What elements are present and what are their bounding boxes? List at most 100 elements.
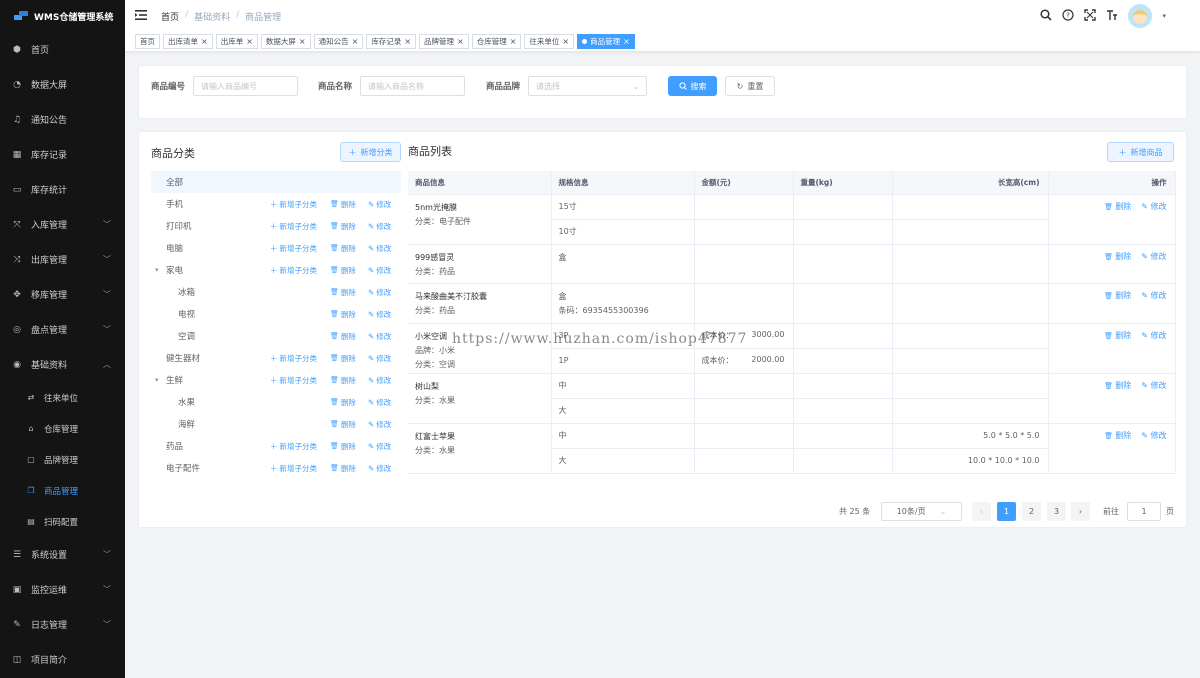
delete-goods-button[interactable]: 🗑 删除 — [1104, 430, 1131, 441]
edit-category-button[interactable]: ✎ 修改 — [368, 419, 391, 430]
caret-down-icon[interactable]: ▾ — [1162, 12, 1166, 20]
search-button[interactable]: 搜索 — [668, 76, 717, 96]
edit-category-button[interactable]: ✎ 修改 — [368, 375, 391, 386]
delete-goods-button[interactable]: 🗑 删除 — [1104, 201, 1131, 212]
goods-name-input[interactable]: 请输入商品名称 — [360, 76, 466, 96]
close-icon[interactable]: × — [404, 37, 411, 46]
tag-item[interactable]: 商品管理 × — [577, 34, 635, 49]
edit-category-button[interactable]: ✎ 修改 — [368, 397, 391, 408]
add-child-category-button[interactable]: ＋新增子分类 — [270, 221, 317, 232]
close-icon[interactable]: × — [246, 37, 253, 46]
close-icon[interactable]: × — [510, 37, 517, 46]
sidebar-item[interactable]: ▣ 监控运维 ﹀ — [0, 572, 125, 607]
delete-category-button[interactable]: 🗑 删除 — [330, 397, 356, 408]
close-icon[interactable]: × — [562, 37, 569, 46]
tag-item[interactable]: 通知公告 × — [313, 34, 364, 49]
tree-node[interactable]: 手机 ＋新增子分类 🗑 删除 ✎ 修改 — [151, 193, 401, 215]
edit-category-button[interactable]: ✎ 修改 — [368, 353, 391, 364]
tree-node[interactable]: 电脑 ＋新增子分类 🗑 删除 ✎ 修改 — [151, 237, 401, 259]
close-icon[interactable]: × — [623, 37, 630, 46]
edit-category-button[interactable]: ✎ 修改 — [368, 221, 391, 232]
edit-goods-button[interactable]: ✎ 修改 — [1141, 330, 1166, 341]
sidebar-subitem[interactable]: ⌂ 仓库管理 — [0, 413, 125, 444]
close-icon[interactable]: × — [299, 37, 306, 46]
edit-category-button[interactable]: ✎ 修改 — [368, 463, 391, 474]
edit-goods-button[interactable]: ✎ 修改 — [1141, 251, 1166, 262]
edit-category-button[interactable]: ✎ 修改 — [368, 287, 391, 298]
sidebar-item[interactable]: ▦ 库存记录 — [0, 137, 125, 172]
tree-node[interactable]: 冰箱 🗑 删除 ✎ 修改 — [151, 281, 401, 303]
tree-node[interactable]: 药品 ＋新增子分类 🗑 删除 ✎ 修改 — [151, 435, 401, 457]
sidebar-subitem[interactable]: ❒ 商品管理 — [0, 475, 125, 506]
edit-category-button[interactable]: ✎ 修改 — [368, 199, 391, 210]
delete-category-button[interactable]: 🗑 删除 — [330, 287, 356, 298]
sidebar-item[interactable]: ♫ 通知公告 — [0, 102, 125, 137]
tree-node[interactable]: 打印机 ＋新增子分类 🗑 删除 ✎ 修改 — [151, 215, 401, 237]
caret-down-icon[interactable]: ▾ — [155, 266, 159, 274]
close-icon[interactable]: × — [457, 37, 464, 46]
delete-category-button[interactable]: 🗑 删除 — [330, 243, 356, 254]
help-icon[interactable]: ? — [1062, 8, 1075, 24]
sidebar-subitem[interactable]: ▢ 品牌管理 — [0, 444, 125, 475]
breadcrumb-section[interactable]: 基础资料 — [194, 10, 230, 23]
edit-goods-button[interactable]: ✎ 修改 — [1141, 430, 1166, 441]
add-child-category-button[interactable]: ＋新增子分类 — [270, 375, 317, 386]
tree-node[interactable]: 电子配件 ＋新增子分类 🗑 删除 ✎ 修改 — [151, 457, 401, 479]
sidebar-subitem[interactable]: ▤ 扫码配置 — [0, 506, 125, 537]
tree-node[interactable]: 空调 🗑 删除 ✎ 修改 — [151, 325, 401, 347]
brand-select[interactable]: 请选择 ⌄ — [528, 76, 648, 96]
tag-item[interactable]: 仓库管理 × — [471, 34, 522, 49]
edit-category-button[interactable]: ✎ 修改 — [368, 331, 391, 342]
tree-node[interactable]: 健生器材 ＋新增子分类 🗑 删除 ✎ 修改 — [151, 347, 401, 369]
add-goods-button[interactable]: ＋新增商品 — [1107, 142, 1174, 162]
add-category-button[interactable]: ＋新增分类 — [340, 142, 401, 162]
tree-node[interactable]: 海鲜 🗑 删除 ✎ 修改 — [151, 413, 401, 435]
sidebar-item[interactable]: ◉ 基础资料 ︿ — [0, 347, 125, 382]
tag-item[interactable]: 品牌管理 × — [419, 34, 469, 49]
sidebar-item[interactable]: ✥ 移库管理 ﹀ — [0, 277, 125, 312]
sidebar-item[interactable]: ⬢ 首页 — [0, 32, 125, 67]
delete-category-button[interactable]: 🗑 删除 — [330, 265, 356, 276]
tag-item[interactable]: 首页 — [135, 34, 160, 49]
reset-button[interactable]: ↻ 重置 — [725, 76, 775, 96]
prev-page-button[interactable]: ‹ — [972, 502, 991, 521]
delete-category-button[interactable]: 🗑 删除 — [330, 221, 356, 232]
close-icon[interactable]: × — [352, 37, 359, 46]
menu-fold-icon[interactable] — [135, 9, 147, 23]
delete-goods-button[interactable]: 🗑 删除 — [1104, 330, 1131, 341]
add-child-category-button[interactable]: ＋新增子分类 — [270, 463, 317, 474]
fullscreen-icon[interactable] — [1084, 8, 1097, 24]
tree-node[interactable]: ▾ 生鲜 ＋新增子分类 🗑 删除 ✎ 修改 — [151, 369, 401, 391]
delete-category-button[interactable]: 🗑 删除 — [330, 353, 356, 364]
close-icon[interactable]: × — [201, 37, 208, 46]
user-avatar[interactable] — [1128, 4, 1153, 28]
sidebar-item[interactable]: ☰ 系统设置 ﹀ — [0, 537, 125, 572]
page-number-button[interactable]: 2 — [1022, 502, 1041, 521]
edit-category-button[interactable]: ✎ 修改 — [368, 265, 391, 276]
sidebar-item[interactable]: ◎ 盘点管理 ﹀ — [0, 312, 125, 347]
sidebar-item[interactable]: ⤨ 出库管理 ﹀ — [0, 242, 125, 277]
edit-goods-button[interactable]: ✎ 修改 — [1141, 380, 1166, 391]
tree-node[interactable]: 水果 🗑 删除 ✎ 修改 — [151, 391, 401, 413]
delete-goods-button[interactable]: 🗑 删除 — [1104, 380, 1131, 391]
sidebar-item[interactable]: ◔ 数据大屏 — [0, 67, 125, 102]
add-child-category-button[interactable]: ＋新增子分类 — [270, 265, 317, 276]
tag-item[interactable]: 出库清单 × — [163, 34, 213, 49]
breadcrumb-home[interactable]: 首页 — [161, 10, 179, 23]
edit-category-button[interactable]: ✎ 修改 — [368, 441, 391, 452]
font-size-icon[interactable] — [1106, 9, 1118, 24]
sidebar-item[interactable]: ⤧ 入库管理 ﹀ — [0, 207, 125, 242]
tree-node[interactable]: ▾ 家电 ＋新增子分类 🗑 删除 ✎ 修改 — [151, 259, 401, 281]
goto-page-input[interactable]: 1 — [1127, 502, 1161, 521]
search-icon[interactable] — [1040, 8, 1053, 24]
delete-category-button[interactable]: 🗑 删除 — [330, 331, 356, 342]
sidebar-item[interactable]: ▭ 库存统计 — [0, 172, 125, 207]
sidebar-item[interactable]: ◫ 项目简介 — [0, 642, 125, 677]
delete-category-button[interactable]: 🗑 删除 — [330, 441, 356, 452]
delete-category-button[interactable]: 🗑 删除 — [330, 309, 356, 320]
delete-category-button[interactable]: 🗑 删除 — [330, 463, 356, 474]
edit-goods-button[interactable]: ✎ 修改 — [1141, 290, 1166, 301]
tree-node[interactable]: 电视 🗑 删除 ✎ 修改 — [151, 303, 401, 325]
add-child-category-button[interactable]: ＋新增子分类 — [270, 243, 317, 254]
page-size-select[interactable]: 10条/页 ⌄ — [881, 502, 962, 521]
